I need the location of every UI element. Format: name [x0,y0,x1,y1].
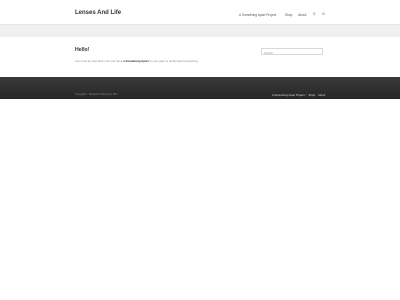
page-text-after: so you want to understand everything. [148,58,199,63]
footer-separator: | [306,92,307,97]
search-input[interactable]: Search [261,48,323,55]
page-title: Hello! [75,47,90,53]
site-footer [0,77,400,99]
main-nav: A Something Apart Project Shop About ⚲ ⊡ [0,12,400,19]
page-header-bar [0,24,400,38]
nav-item-about[interactable]: About [298,13,306,17]
footer-copyright: Copyright · Powered Theme by Me! [75,92,118,96]
footer-nav-item-shop[interactable]: Shop [309,93,316,97]
search-icon[interactable]: ⚲ [313,12,316,17]
site-header: Lenses And Life A Something Apart Projec… [0,0,400,24]
nav-item-project[interactable]: A Something Apart Project [239,13,276,17]
footer-nav-item-project[interactable]: A Something Apart Project [272,93,305,97]
nav-item-shop[interactable]: Shop [285,13,292,17]
page-text-before: You must be new here now you have [75,58,124,63]
cart-icon[interactable]: ⊡ [322,12,325,17]
page-text-link[interactable]: a Something Apart [123,59,149,63]
footer-nav-item-about[interactable]: About [318,93,325,97]
footer-separator: | [315,92,317,97]
main-content [0,37,400,77]
page-text: You must be new here now you have a Some… [75,59,198,63]
